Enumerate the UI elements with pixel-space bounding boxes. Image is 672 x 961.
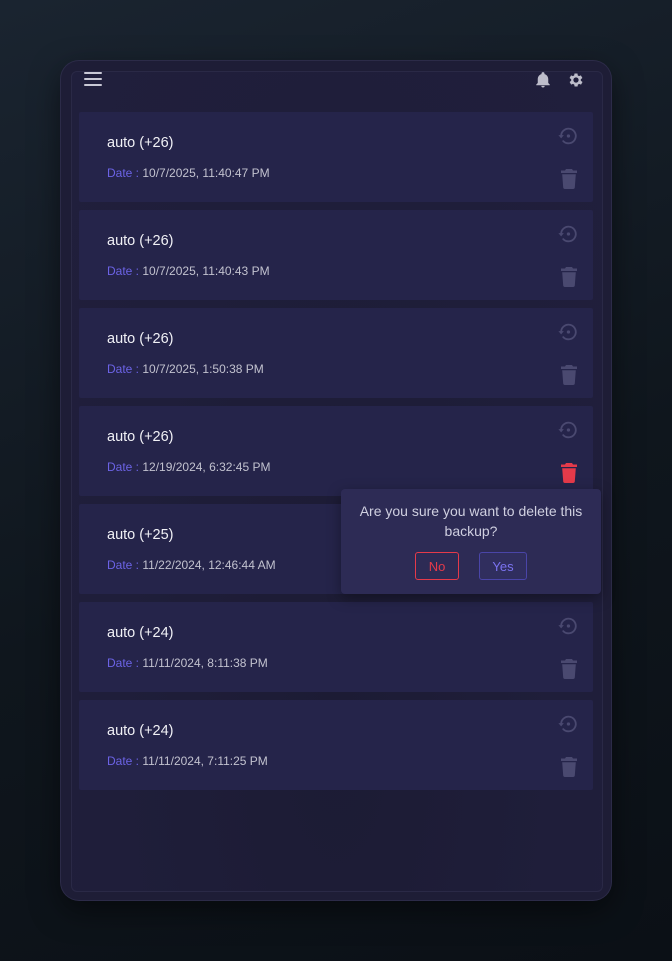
- delete-confirm-popover: Are you sure you want to delete this bac…: [341, 489, 601, 594]
- backup-date: Date : 10/7/2025, 11:40:43 PM: [107, 264, 270, 278]
- date-value: 10/7/2025, 11:40:47 PM: [142, 166, 270, 180]
- restore-icon[interactable]: [557, 223, 579, 245]
- backup-title: auto (+24): [107, 723, 174, 739]
- confirm-message: Are you sure you want to delete this bac…: [359, 503, 583, 539]
- restore-icon[interactable]: [557, 321, 579, 343]
- date-label: Date :: [107, 166, 140, 180]
- backup-title: auto (+26): [107, 233, 174, 249]
- gear-icon[interactable]: [567, 70, 585, 90]
- date-value: 10/7/2025, 1:50:38 PM: [142, 362, 264, 376]
- restore-icon[interactable]: [557, 125, 579, 147]
- date-value: 11/11/2024, 7:11:25 PM: [142, 754, 268, 768]
- restore-icon[interactable]: [557, 713, 579, 735]
- backup-title: auto (+25): [107, 527, 174, 543]
- top-bar: [61, 61, 611, 101]
- date-value: 12/19/2024, 6:32:45 PM: [142, 460, 271, 474]
- trash-icon[interactable]: [561, 267, 577, 287]
- trash-icon[interactable]: [561, 365, 577, 385]
- backup-card: auto (+26) Date : 10/7/2025, 11:40:43 PM: [79, 210, 593, 300]
- trash-icon[interactable]: [561, 169, 577, 189]
- backup-title: auto (+26): [107, 429, 174, 445]
- date-value: 11/11/2024, 8:11:38 PM: [142, 656, 268, 670]
- backup-date: Date : 11/11/2024, 8:11:38 PM: [107, 656, 268, 670]
- restore-icon[interactable]: [557, 419, 579, 441]
- trash-icon[interactable]: [561, 757, 577, 777]
- backup-date: Date : 12/19/2024, 6:32:45 PM: [107, 460, 270, 474]
- date-label: Date :: [107, 656, 140, 670]
- backup-card: auto (+24) Date : 11/11/2024, 8:11:38 PM: [79, 602, 593, 692]
- backup-card: auto (+26) Date : 10/7/2025, 11:40:47 PM: [79, 112, 593, 202]
- backup-card: auto (+24) Date : 11/11/2024, 7:11:25 PM: [79, 700, 593, 790]
- date-value: 11/22/2024, 12:46:44 AM: [142, 558, 276, 572]
- hamburger-menu-icon[interactable]: [84, 72, 102, 86]
- date-label: Date :: [107, 264, 140, 278]
- trash-icon-active[interactable]: [561, 463, 577, 483]
- date-label: Date :: [107, 460, 140, 474]
- backup-title: auto (+26): [107, 331, 174, 347]
- trash-icon[interactable]: [561, 659, 577, 679]
- backup-card: auto (+26) Date : 12/19/2024, 6:32:45 PM: [79, 406, 593, 496]
- backup-title: auto (+26): [107, 135, 174, 151]
- backup-date: Date : 10/7/2025, 1:50:38 PM: [107, 362, 264, 376]
- backup-list: auto (+26) Date : 10/7/2025, 11:40:47 PM…: [79, 112, 593, 798]
- restore-icon[interactable]: [557, 615, 579, 637]
- date-label: Date :: [107, 558, 140, 572]
- yes-button[interactable]: Yes: [479, 552, 527, 580]
- date-label: Date :: [107, 362, 140, 376]
- backup-card: auto (+26) Date : 10/7/2025, 1:50:38 PM: [79, 308, 593, 398]
- date-value: 10/7/2025, 11:40:43 PM: [142, 264, 270, 278]
- date-label: Date :: [107, 754, 140, 768]
- backup-title: auto (+24): [107, 625, 174, 641]
- bell-icon[interactable]: [534, 70, 552, 90]
- backup-date: Date : 10/7/2025, 11:40:47 PM: [107, 166, 270, 180]
- backup-date: Date : 11/22/2024, 12:46:44 AM: [107, 558, 276, 572]
- backup-date: Date : 11/11/2024, 7:11:25 PM: [107, 754, 268, 768]
- no-button[interactable]: No: [415, 552, 459, 580]
